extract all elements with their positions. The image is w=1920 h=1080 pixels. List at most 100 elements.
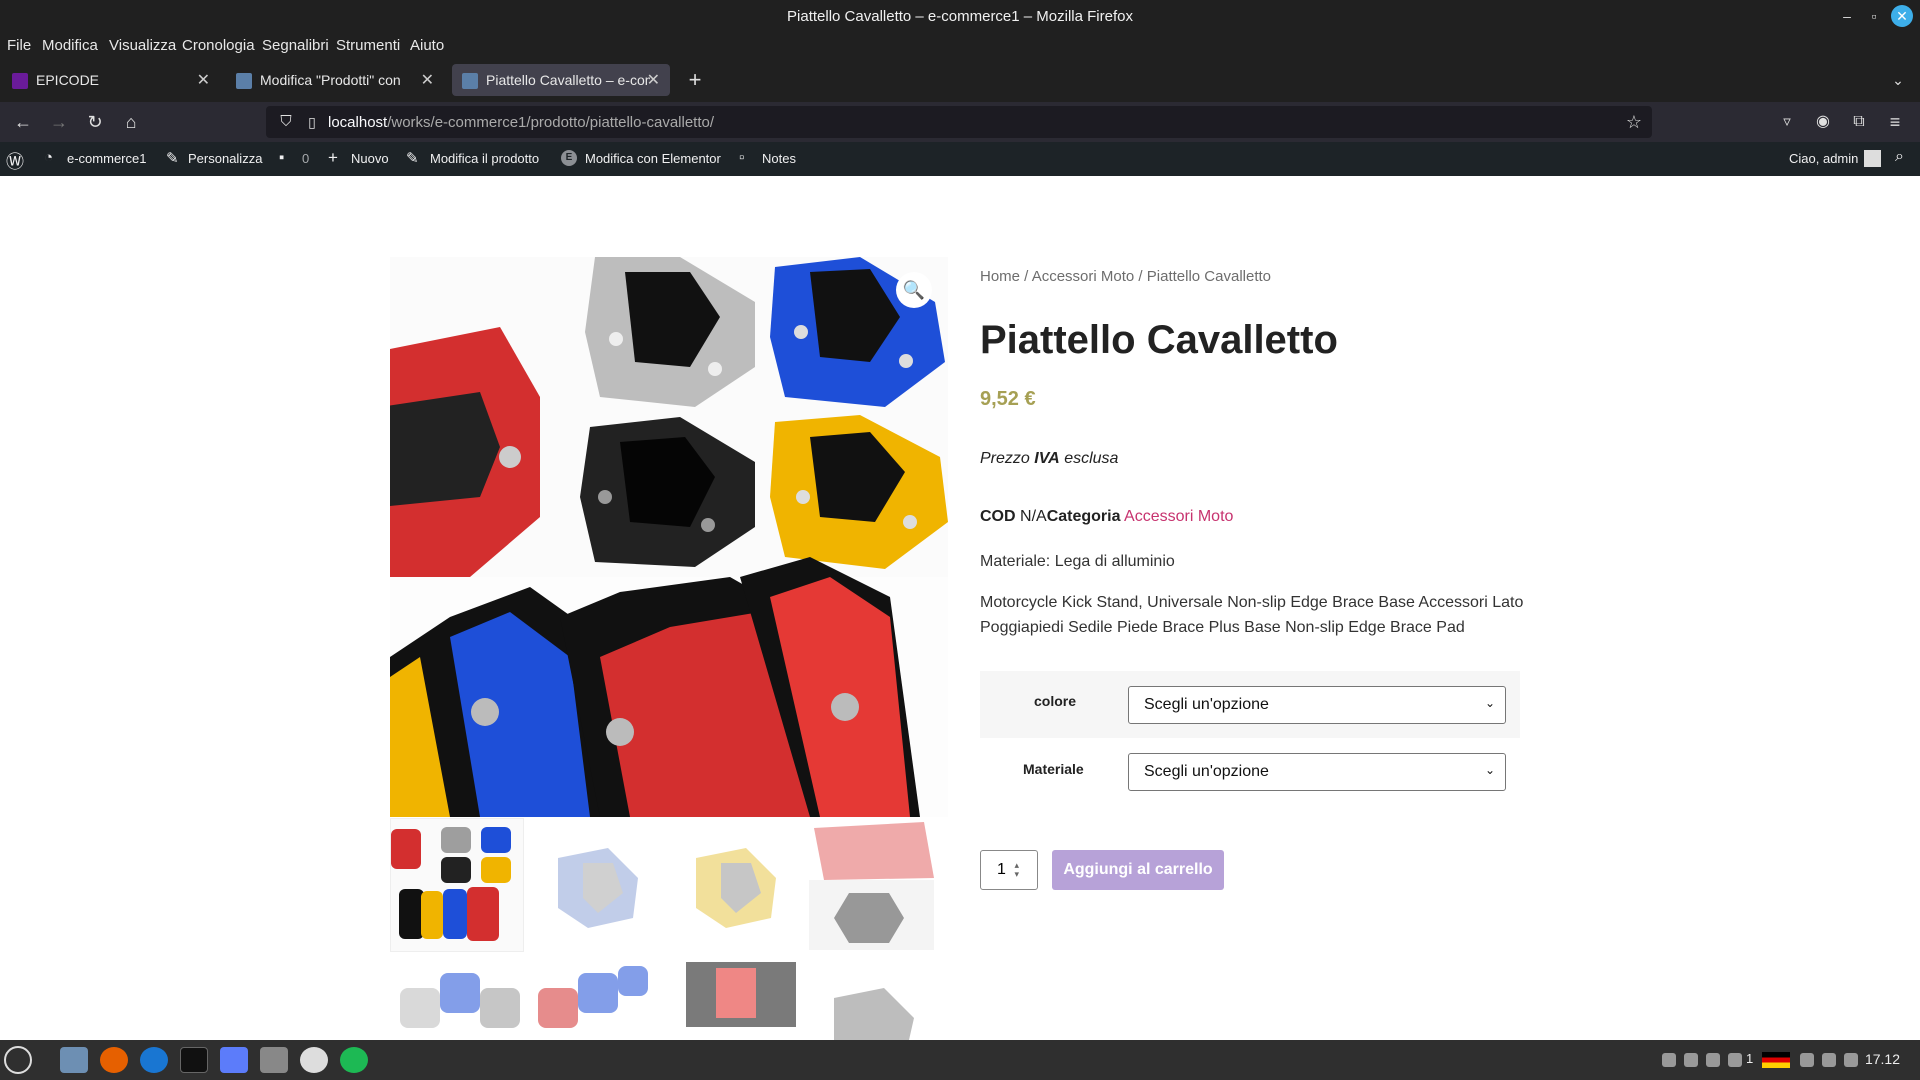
- music-icon[interactable]: [1822, 1053, 1836, 1067]
- elementor-icon: E: [561, 150, 577, 166]
- product-thumbnail[interactable]: [666, 818, 800, 952]
- wp-customize[interactable]: Personalizza: [188, 151, 262, 166]
- chevron-down-icon: ⌄: [1484, 696, 1495, 710]
- wifi-icon[interactable]: [1800, 1053, 1814, 1067]
- tray-notification-icon[interactable]: [1728, 1053, 1742, 1067]
- breadcrumb-category[interactable]: Accessori Moto: [1032, 268, 1135, 285]
- variation-row-colore: colore Scegli un'opzione ⌄: [980, 671, 1520, 738]
- clock[interactable]: 17.12: [1865, 1051, 1900, 1067]
- page-info-icon[interactable]: ▯: [300, 110, 324, 134]
- sku-label: COD: [980, 508, 1016, 525]
- file-manager-icon[interactable]: [60, 1047, 88, 1073]
- comment-icon: ▪: [279, 149, 285, 166]
- chevron-down-icon: ⌄: [1484, 763, 1495, 777]
- terminal-icon[interactable]: [180, 1047, 208, 1073]
- variation-label: colore: [1034, 693, 1077, 709]
- product-main-image[interactable]: [390, 257, 948, 817]
- new-tab-icon[interactable]: +: [683, 68, 707, 92]
- menu-visualizza[interactable]: Visualizza: [109, 37, 176, 54]
- search-icon[interactable]: ⌕: [1895, 148, 1904, 166]
- stepper-arrows-icon[interactable]: ▴ ▾: [1014, 861, 1019, 879]
- window-title: Piattello Cavalletto – e-commerce1 – Moz…: [787, 8, 1133, 25]
- product-thumbnail[interactable]: [804, 958, 938, 1040]
- volume-icon[interactable]: [1844, 1053, 1858, 1067]
- wp-notes[interactable]: Notes: [762, 151, 796, 166]
- reload-icon[interactable]: ↻: [83, 110, 107, 134]
- colore-select[interactable]: Scegli un'opzione ⌄: [1128, 686, 1506, 724]
- url-bar[interactable]: ⛉ ▯ localhost/works/e-commerce1/prodotto…: [266, 106, 1652, 138]
- close-tab-icon[interactable]: ✕: [647, 70, 660, 90]
- close-tab-icon[interactable]: ✕: [197, 70, 210, 90]
- breadcrumb-home[interactable]: Home: [980, 268, 1020, 285]
- account-icon[interactable]: ◉: [1811, 110, 1835, 134]
- home-icon[interactable]: ⌂: [119, 110, 143, 134]
- menu-segnalibri[interactable]: Segnalibri: [262, 37, 329, 54]
- tab-epicode[interactable]: EPICODE ✕: [2, 64, 220, 96]
- product-material: Materiale: Lega di alluminio: [980, 553, 1175, 570]
- vat-note: Prezzo IVA esclusa: [980, 450, 1119, 467]
- screenshot-icon[interactable]: [220, 1047, 248, 1073]
- github-icon[interactable]: [300, 1047, 328, 1073]
- workspace-indicator[interactable]: 1: [1746, 1051, 1753, 1066]
- thunderbird-icon[interactable]: [140, 1047, 168, 1073]
- minimize-icon[interactable]: –: [1836, 5, 1858, 27]
- wp-admin-bar: Ⓦ ◔ e-commerce1 ✎ Personalizza ▪ 0 + Nuo…: [0, 142, 1920, 176]
- product-thumbnail[interactable]: [804, 818, 938, 952]
- menu-strumenti[interactable]: Strumenti: [336, 37, 400, 54]
- os-taskbar: 1 17.12: [0, 1040, 1920, 1080]
- plus-icon: +: [328, 148, 338, 167]
- menu-file[interactable]: File: [7, 37, 31, 54]
- menu-modifica[interactable]: Modifica: [42, 37, 98, 54]
- zoom-magnifier-icon[interactable]: 🔍: [896, 272, 932, 308]
- product-thumbnail[interactable]: [390, 958, 524, 1040]
- window-titlebar: Piattello Cavalletto – e-commerce1 – Moz…: [0, 0, 1920, 32]
- tray-clipboard-icon[interactable]: [1684, 1053, 1698, 1067]
- menu-aiuto[interactable]: Aiuto: [410, 37, 444, 54]
- product-thumbnail[interactable]: [528, 958, 662, 1040]
- quantity-stepper[interactable]: 1 ▴ ▾: [980, 850, 1038, 890]
- list-tabs-chevron-icon[interactable]: ⌄: [1886, 68, 1910, 92]
- page-favicon-icon: [236, 73, 252, 89]
- navigation-toolbar: ← → ↻ ⌂ ⛉ ▯ localhost/works/e-commerce1/…: [0, 102, 1920, 142]
- tray-app-icon[interactable]: [1662, 1053, 1676, 1067]
- back-arrow-icon[interactable]: ←: [11, 110, 35, 134]
- add-to-cart-button[interactable]: Aggiungi al carrello: [1052, 850, 1224, 890]
- product-thumbnail[interactable]: [666, 958, 800, 1040]
- extensions-icon[interactable]: ⧉: [1847, 110, 1871, 134]
- url-text[interactable]: localhost/works/e-commerce1/prodotto/pia…: [328, 114, 714, 131]
- settings-gear-icon[interactable]: [260, 1047, 288, 1073]
- wp-comments-count[interactable]: 0: [302, 151, 309, 166]
- category-link[interactable]: Accessori Moto: [1124, 508, 1233, 525]
- breadcrumb: Home / Accessori Moto / Piattello Cavall…: [980, 268, 1271, 285]
- dashboard-icon: ◔: [44, 149, 54, 166]
- wordpress-logo-icon[interactable]: Ⓦ: [6, 148, 24, 174]
- hamburger-menu-icon[interactable]: ≡: [1883, 110, 1907, 134]
- menu-cronologia[interactable]: Cronologia: [182, 37, 255, 54]
- firefox-icon[interactable]: [100, 1047, 128, 1073]
- bookmark-star-icon[interactable]: ☆: [1622, 110, 1646, 134]
- brush-icon: ✎: [166, 150, 179, 167]
- keyboard-layout-flag-icon[interactable]: [1762, 1052, 1790, 1068]
- close-tab-icon[interactable]: ✕: [421, 70, 434, 90]
- tray-shield-icon[interactable]: [1706, 1053, 1720, 1067]
- wp-site-name[interactable]: e-commerce1: [67, 151, 146, 166]
- tab-modifica-prodotti[interactable]: Modifica "Prodotti" con Ele ✕: [226, 64, 444, 96]
- close-window-icon[interactable]: ✕: [1891, 5, 1913, 27]
- wp-edit-elementor[interactable]: Modifica con Elementor: [585, 151, 721, 166]
- epicode-favicon-icon: [12, 73, 28, 89]
- wp-greeting[interactable]: Ciao, admin: [1789, 151, 1858, 166]
- avatar[interactable]: [1864, 150, 1881, 167]
- materiale-select[interactable]: Scegli un'opzione ⌄: [1128, 753, 1506, 791]
- forward-arrow-icon[interactable]: →: [47, 110, 71, 134]
- shield-icon[interactable]: ⛉: [274, 110, 298, 134]
- spotify-icon[interactable]: [340, 1047, 368, 1073]
- product-thumbnail[interactable]: [390, 818, 524, 952]
- pocket-icon[interactable]: ▿: [1775, 110, 1799, 134]
- start-menu-icon[interactable]: [4, 1046, 32, 1074]
- maximize-icon[interactable]: ▫: [1863, 5, 1885, 27]
- product-thumbnail[interactable]: [528, 818, 662, 952]
- page-favicon-icon: [462, 73, 478, 89]
- wp-new[interactable]: Nuovo: [351, 151, 389, 166]
- wp-edit-product[interactable]: Modifica il prodotto: [430, 151, 539, 166]
- tab-piattello-cavalletto[interactable]: Piattello Cavalletto – e-com ✕: [452, 64, 670, 96]
